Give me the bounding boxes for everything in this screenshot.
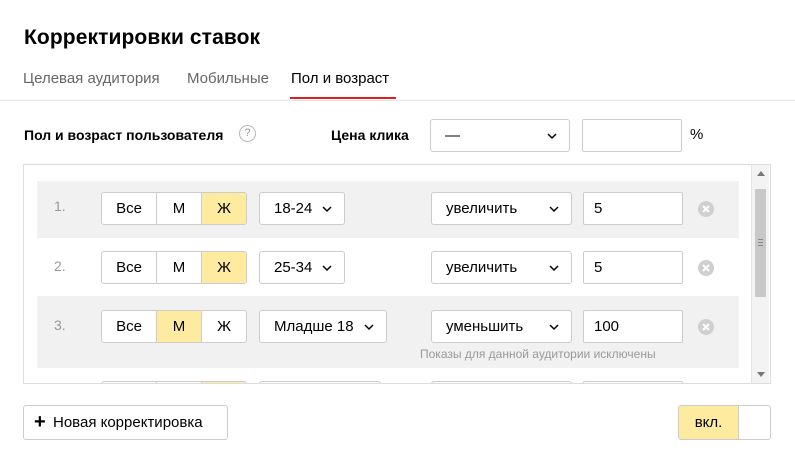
clear-icon[interactable] xyxy=(698,319,714,335)
action-select[interactable]: увеличить xyxy=(431,251,572,284)
chevron-down-icon xyxy=(549,322,559,332)
row-number: 3. xyxy=(54,317,66,333)
help-icon[interactable]: ? xyxy=(239,125,256,142)
scroll-grip xyxy=(758,239,763,240)
chevron-down-icon xyxy=(547,131,557,141)
clear-icon[interactable] xyxy=(698,201,714,217)
page-title: Корректировки ставок xyxy=(24,26,261,49)
chevron-down-icon xyxy=(364,322,374,332)
action-select[interactable]: увеличить xyxy=(431,192,572,225)
gender-male-button[interactable]: М xyxy=(157,311,202,342)
enable-toggle[interactable]: вкл. xyxy=(678,405,771,440)
row-number: 1. xyxy=(54,198,66,214)
click-price-label: Цена клика xyxy=(331,127,409,143)
add-adjustment-label: Новая корректировка xyxy=(53,414,203,431)
age-select-value: 18-24 xyxy=(274,200,313,217)
row-number: 2. xyxy=(54,258,66,274)
clear-icon[interactable] xyxy=(698,260,714,276)
toggle-knob xyxy=(738,406,770,439)
chevron-down-icon xyxy=(549,204,559,214)
action-select[interactable]: уменьшить xyxy=(431,310,572,343)
gender-female-button[interactable]: Ж xyxy=(202,193,246,224)
click-price-select[interactable]: — xyxy=(430,119,570,152)
section-label: Пол и возраст пользователя xyxy=(24,127,224,143)
gender-female-button[interactable]: Ж xyxy=(202,252,246,283)
action-select[interactable] xyxy=(431,381,572,383)
gender-male-button[interactable] xyxy=(157,382,202,383)
chevron-down-icon xyxy=(322,204,332,214)
gender-all-button[interactable]: Все xyxy=(102,252,157,283)
value-input[interactable]: 5 xyxy=(583,192,683,225)
toggle-on-label: вкл. xyxy=(679,406,738,439)
gender-female-button[interactable]: Ж xyxy=(202,311,246,342)
age-select[interactable]: 25-34 xyxy=(259,251,345,284)
click-price-input[interactable] xyxy=(582,119,682,152)
gender-segmented-control: Все М Ж xyxy=(101,310,247,343)
value-input[interactable]: 5 xyxy=(583,251,683,284)
scroll-up-arrow[interactable] xyxy=(757,171,765,176)
gender-male-button[interactable]: М xyxy=(157,193,202,224)
gender-all-button[interactable]: Все xyxy=(102,193,157,224)
tab-gender-age[interactable]: Пол и возраст xyxy=(291,70,389,87)
gender-female-button[interactable] xyxy=(202,382,246,383)
add-adjustment-button[interactable]: + Новая корректировка xyxy=(23,405,228,440)
age-select[interactable] xyxy=(259,381,381,383)
age-select[interactable]: 18-24 xyxy=(259,192,345,225)
age-select-value: 25-34 xyxy=(274,259,313,276)
percent-sign: % xyxy=(690,126,704,143)
age-select-value: Младше 18 xyxy=(274,318,354,335)
gender-segmented-control xyxy=(101,381,247,383)
adjustment-row-2: 2. Все М Ж 25-34 увеличить 5 xyxy=(37,238,739,296)
action-select-value: увеличить xyxy=(446,200,518,217)
tabs-bar: Целевая аудитория Мобильные Пол и возрас… xyxy=(0,60,795,101)
scroll-down-arrow[interactable] xyxy=(757,372,765,377)
scroll-thumb[interactable] xyxy=(755,189,766,297)
gender-segmented-control: Все М Ж xyxy=(101,251,247,284)
adjustment-row-1: 1. Все М Ж 18-24 увеличить 5 xyxy=(37,181,739,238)
age-select[interactable]: Младше 18 xyxy=(259,310,387,343)
action-select-value: увеличить xyxy=(446,259,518,276)
gender-male-button[interactable]: М xyxy=(157,252,202,283)
active-tab-underline xyxy=(290,97,396,99)
click-price-select-value: — xyxy=(445,127,460,144)
tab-mobile[interactable]: Мобильные xyxy=(187,70,269,87)
adjustment-row-4-partial xyxy=(37,368,739,383)
gender-all-button[interactable]: Все xyxy=(102,311,157,342)
chevron-down-icon xyxy=(549,263,559,273)
value-input[interactable] xyxy=(583,381,683,383)
adjustments-panel: 1. Все М Ж 18-24 увеличить 5 2. Все М Ж … xyxy=(23,164,771,384)
chevron-down-icon xyxy=(322,263,332,273)
vertical-scrollbar[interactable] xyxy=(751,165,769,383)
gender-segmented-control: Все М Ж xyxy=(101,192,247,225)
gender-all-button[interactable] xyxy=(102,382,157,383)
exclusion-hint: Показы для данной аудитории исключены xyxy=(420,347,656,361)
action-select-value: уменьшить xyxy=(446,318,524,335)
value-input[interactable]: 100 xyxy=(583,310,683,343)
adjustment-row-3: 3. Все М Ж Младше 18 уменьшить 100 Показ… xyxy=(37,296,739,368)
tab-target-audience[interactable]: Целевая аудитория xyxy=(23,70,160,87)
plus-icon: + xyxy=(34,411,46,433)
